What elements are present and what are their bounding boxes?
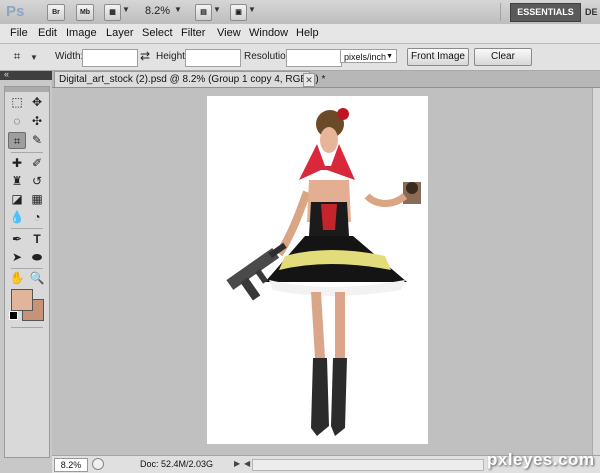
dodge-tool-icon[interactable]: ◔ bbox=[28, 209, 46, 226]
right-arm bbox=[364, 193, 408, 207]
tools-divider bbox=[11, 327, 43, 328]
face bbox=[320, 127, 338, 153]
shape-tool-icon[interactable]: ⬬ bbox=[28, 249, 46, 266]
width-label: Width: bbox=[55, 51, 84, 62]
document-tab[interactable]: Digital_art_stock (2).psd @ 8.2% (Group … bbox=[54, 71, 325, 87]
document-size-info: Doc: 52.4M/2.03G bbox=[140, 459, 214, 469]
artwork-illustration bbox=[226, 108, 421, 436]
swap-dimensions-icon[interactable]: ⇄ bbox=[140, 49, 150, 63]
view-extras-dropdown-icon[interactable]: ▼ bbox=[122, 5, 130, 14]
zoom-level[interactable]: 8.2% bbox=[145, 5, 170, 17]
status-menu-arrow-icon[interactable]: ▶ bbox=[234, 459, 240, 468]
tools-panel-header[interactable]: « bbox=[0, 69, 52, 80]
front-image-button[interactable]: Front Image bbox=[407, 48, 469, 66]
menu-window[interactable]: Window bbox=[249, 27, 288, 39]
status-info-icon[interactable] bbox=[92, 458, 104, 470]
hand-tool-icon[interactable]: ✋ bbox=[8, 270, 26, 287]
tools-divider bbox=[11, 152, 43, 153]
marquee-tool-icon[interactable]: ⬚ bbox=[8, 94, 26, 111]
document-workspace bbox=[52, 88, 592, 455]
screen-mode-button[interactable]: ▣ bbox=[230, 4, 247, 21]
menu-edit[interactable]: Edit bbox=[38, 27, 57, 39]
scroll-left-icon[interactable]: ◀ bbox=[244, 459, 250, 468]
close-tab-icon[interactable]: ✕ bbox=[303, 73, 315, 87]
vertical-scrollbar[interactable] bbox=[592, 88, 600, 455]
quick-selection-tool-icon[interactable]: ✣ bbox=[28, 113, 46, 130]
right-boot bbox=[331, 358, 347, 436]
menu-select[interactable]: Select bbox=[142, 27, 173, 39]
menu-file[interactable]: File bbox=[10, 27, 28, 39]
left-boot bbox=[311, 358, 329, 436]
eraser-tool-icon[interactable]: ◪ bbox=[8, 191, 26, 208]
zoom-tool-icon[interactable]: 🔍 bbox=[28, 270, 46, 287]
move-tool-icon[interactable]: ✥ bbox=[28, 94, 46, 111]
gradient-tool-icon[interactable]: ▦ bbox=[28, 191, 46, 208]
menu-help[interactable]: Help bbox=[296, 27, 319, 39]
menu-layer[interactable]: Layer bbox=[106, 27, 134, 39]
horizontal-scrollbar[interactable] bbox=[252, 459, 484, 471]
resolution-input[interactable] bbox=[286, 49, 342, 67]
healing-brush-tool-icon[interactable]: ✚ bbox=[8, 155, 26, 172]
height-label: Height: bbox=[156, 51, 188, 62]
left-leg bbox=[311, 292, 325, 358]
collapse-panel-icon[interactable]: « bbox=[4, 69, 9, 79]
width-input[interactable] bbox=[82, 49, 138, 67]
pen-tool-icon[interactable]: ✒ bbox=[8, 231, 26, 248]
chevron-down-icon: ▼ bbox=[386, 53, 393, 60]
document-tab-title: Digital_art_stock (2).psd @ 8.2% (Group … bbox=[59, 74, 326, 85]
view-extras-button[interactable]: ▦ bbox=[104, 4, 121, 21]
blur-tool-icon[interactable]: 💧 bbox=[8, 209, 26, 226]
crop-tool-icon[interactable]: ⌗ bbox=[8, 132, 26, 149]
status-zoom-field[interactable]: 8.2% bbox=[54, 458, 88, 472]
height-input[interactable] bbox=[185, 49, 241, 67]
foreground-color-swatch[interactable] bbox=[11, 289, 33, 311]
hair-flower bbox=[337, 108, 349, 120]
arrange-dropdown-icon[interactable]: ▼ bbox=[213, 5, 221, 14]
document-canvas[interactable] bbox=[207, 96, 428, 444]
menu-view[interactable]: View bbox=[217, 27, 241, 39]
brush-tool-icon[interactable]: ✐ bbox=[28, 155, 46, 172]
menu-filter[interactable]: Filter bbox=[181, 27, 205, 39]
portrait-hair bbox=[406, 182, 418, 194]
resolution-units-select[interactable]: pixels/inch ▼ bbox=[340, 49, 397, 63]
appbar-separator bbox=[500, 3, 501, 21]
menu-bar: File Edit Image Layer Select Filter View… bbox=[0, 24, 600, 44]
options-bar: ⌗ ▼ Width: ⇄ Height: Resolution: pixels/… bbox=[0, 44, 600, 71]
tools-panel: ⬚ ✥ ◌ ✣ ⌗ ✎ ✚ ✐ ♜ ↺ ◪ ▦ 💧 ◔ ✒ T ➤ ⬬ ✋ 🔍 bbox=[4, 86, 50, 458]
right-leg bbox=[335, 292, 345, 358]
corset-panel bbox=[321, 204, 337, 230]
essentials-workspace-button[interactable]: ESSENTIALS bbox=[510, 3, 581, 22]
application-bar: Ps Br Mb ▦ ▼ 8.2% ▼ ▤ ▼ ▣ ▼ ESSENTIALS D… bbox=[0, 0, 600, 25]
path-selection-tool-icon[interactable]: ➤ bbox=[8, 249, 26, 266]
tools-divider bbox=[11, 228, 43, 229]
history-brush-tool-icon[interactable]: ↺ bbox=[28, 173, 46, 190]
document-tab-strip: Digital_art_stock (2).psd @ 8.2% (Group … bbox=[52, 71, 600, 88]
arrange-documents-button[interactable]: ▤ bbox=[195, 4, 212, 21]
eyedropper-tool-icon[interactable]: ✎ bbox=[28, 132, 46, 149]
tools-divider bbox=[11, 268, 43, 269]
site-watermark: pxleyes.com bbox=[487, 450, 595, 469]
menu-image[interactable]: Image bbox=[66, 27, 97, 39]
default-colors-icon[interactable] bbox=[9, 311, 18, 320]
lasso-tool-icon[interactable]: ◌ bbox=[8, 113, 26, 130]
zoom-dropdown-icon[interactable]: ▼ bbox=[174, 5, 182, 14]
photoshop-logo: Ps bbox=[6, 3, 25, 20]
screen-mode-dropdown-icon[interactable]: ▼ bbox=[248, 5, 256, 14]
tools-panel-grip[interactable] bbox=[5, 87, 49, 92]
clone-stamp-tool-icon[interactable]: ♜ bbox=[8, 173, 26, 190]
mini-bridge-button[interactable]: Mb bbox=[76, 4, 94, 21]
resolution-units-value: pixels/inch bbox=[344, 52, 387, 62]
crop-tool-preset-icon[interactable]: ⌗ bbox=[8, 48, 26, 65]
design-workspace-button[interactable]: DE bbox=[585, 7, 598, 17]
type-tool-icon[interactable]: T bbox=[28, 231, 46, 248]
bridge-button[interactable]: Br bbox=[47, 4, 65, 21]
tool-preset-dropdown-icon[interactable]: ▼ bbox=[30, 53, 38, 62]
clear-button[interactable]: Clear bbox=[474, 48, 532, 66]
